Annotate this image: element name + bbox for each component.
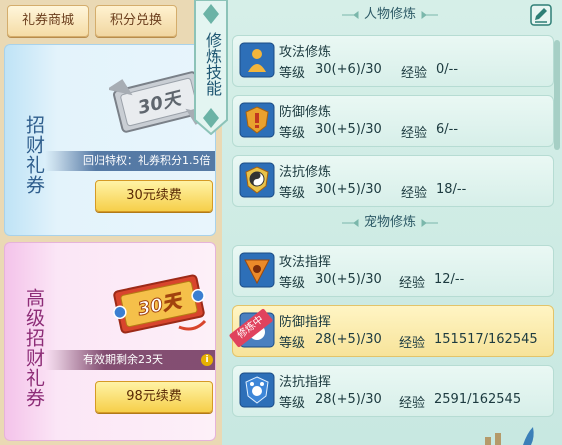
skill-exp: 0/-- (436, 62, 459, 77)
section-title: 人物修炼 (363, 7, 416, 22)
corner-ornament-icon (485, 427, 534, 445)
cultivation-ribbon-label-wrap: 修炼技能 (193, 0, 229, 135)
skill-level: 30(+5)/30 (315, 182, 382, 197)
ornament-left-icon (341, 10, 359, 19)
skill-level: 28(+5)/30 (315, 392, 382, 407)
skill-exp: 12/-- (434, 272, 465, 287)
skill-level: 28(+5)/30 (315, 332, 382, 347)
gold-ticket-icon: 30天 (113, 274, 207, 334)
skill-exp: 6/-- (436, 122, 459, 137)
exp-label: 经验 (401, 126, 428, 141)
level-label: 等级 (279, 186, 306, 201)
level-label: 等级 (279, 396, 306, 411)
exp-label: 经验 (401, 66, 428, 81)
renew-30-button[interactable]: 30元续费 (95, 180, 213, 212)
exp-label: 经验 (399, 396, 426, 411)
tab-coupon-shop[interactable]: 礼券商城 (7, 5, 89, 37)
tab-points-exchange[interactable]: 积分兑换 (95, 5, 177, 37)
level-label: 等级 (279, 276, 306, 291)
section-title: 宠物修炼 (363, 215, 416, 230)
coupon-card-title: 招财礼券 (23, 115, 45, 195)
exp-label: 经验 (401, 186, 428, 201)
coupon-card-premium: 高级招财礼券 30天 有效期剩余23天 i 98元续费 (4, 242, 216, 441)
skill-level: 30(+5)/30 (315, 272, 382, 287)
renew-98-button[interactable]: 98元续费 (95, 381, 213, 413)
ornament-right-icon (421, 10, 439, 19)
skill-name: 法抗指挥 (279, 375, 332, 390)
coupon-info-bar: 回归特权：礼券积分1.5倍 (45, 151, 215, 171)
level-label: 等级 (279, 126, 306, 141)
skill-row-defense-cultivation[interactable]: 防御修炼 等级 30(+5)/30 经验 6/-- (232, 95, 554, 147)
skills-scrollbar[interactable] (554, 40, 560, 150)
coupon-info-text: 有效期剩余23天 (83, 353, 163, 366)
skill-level: 30(+5)/30 (315, 122, 382, 137)
ribbon-title: 修炼技能 (203, 32, 222, 96)
exp-label: 经验 (399, 276, 426, 291)
ornament-right-icon (421, 218, 439, 227)
skill-name: 攻法修炼 (279, 45, 332, 60)
coupon-card-basic: 招财礼券 30天 回归特权：礼券积分1.5倍 30元续费 (4, 44, 216, 236)
attack-cultivation-icon (239, 42, 275, 78)
defense-cultivation-icon (239, 102, 275, 138)
skill-name: 防御指挥 (279, 315, 332, 330)
skill-row-attack-command[interactable]: 攻法指挥 等级 30(+5)/30 经验 12/-- (232, 245, 554, 297)
coupon-info-bar: 有效期剩余23天 i (45, 350, 215, 370)
coupon-card-title: 高级招财礼券 (23, 288, 45, 408)
ornament-left-icon (341, 218, 359, 227)
exp-label: 经验 (399, 336, 426, 351)
pet-cultivation-header: 宠物修炼 (310, 213, 470, 233)
skill-exp: 2591/162545 (434, 392, 522, 407)
skill-name: 攻法指挥 (279, 255, 332, 270)
skill-name: 法抗修炼 (279, 165, 332, 180)
skill-exp: 18/-- (436, 182, 467, 197)
character-cultivation-header: 人物修炼 (300, 5, 480, 25)
skill-row-attack-cultivation[interactable]: 攻法修炼 等级 30(+6)/30 经验 0/-- (232, 35, 554, 87)
skill-level: 30(+6)/30 (315, 62, 382, 77)
level-label: 等级 (279, 336, 306, 351)
coupon-info-text: 回归特权：礼券积分1.5倍 (83, 154, 211, 167)
attack-command-icon (239, 252, 275, 288)
info-icon[interactable]: i (201, 354, 213, 366)
skill-row-magic-resist-command[interactable]: 法抗指挥 等级 28(+5)/30 经验 2591/162545 (232, 365, 554, 417)
skill-row-defense-command[interactable]: 修炼中 防御指挥 等级 28(+5)/30 经验 151517/162545 (228, 305, 554, 357)
skill-name: 防御修炼 (279, 105, 332, 120)
edit-icon[interactable] (530, 4, 552, 26)
magic-resist-cultivation-icon (239, 162, 275, 198)
level-label: 等级 (279, 66, 306, 81)
magic-resist-command-icon (239, 372, 275, 408)
skill-row-magic-resist-cultivation[interactable]: 法抗修炼 等级 30(+5)/30 经验 18/-- (232, 155, 554, 207)
skill-exp: 151517/162545 (434, 332, 538, 347)
